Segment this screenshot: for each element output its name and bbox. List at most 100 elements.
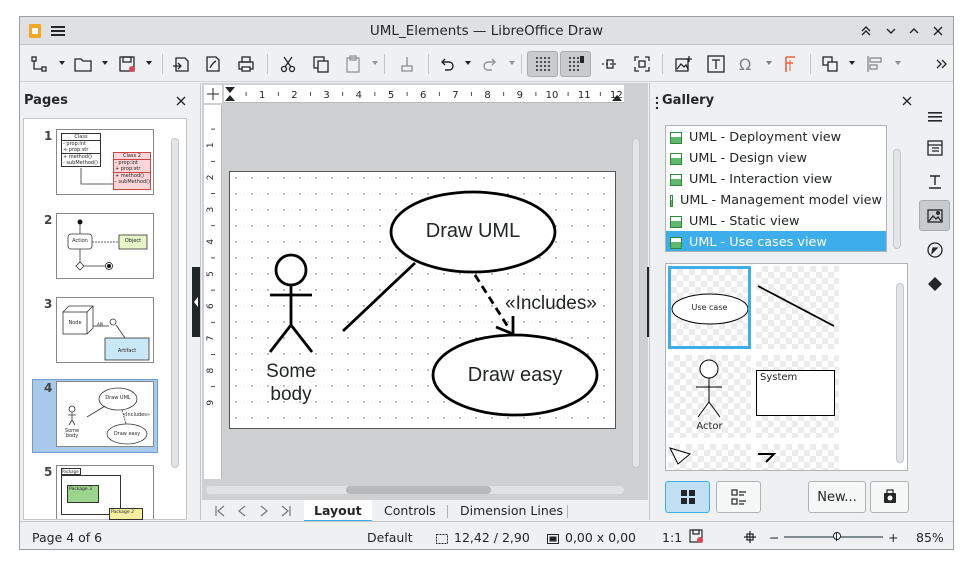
properties-icon[interactable] [921,134,949,162]
preview-line[interactable] [756,266,839,349]
horizontal-scrollbar[interactable] [206,486,624,494]
save-icon[interactable] [114,51,140,77]
vertical-ruler[interactable]: 1 2 3 4 5 6 7 8 9 [204,105,222,479]
zoom-slider-handle[interactable] [833,532,841,540]
page-thumbnail-2[interactable]: Action Object [56,213,154,279]
page-number: 4 [44,381,53,395]
new-theme-button[interactable]: New... [808,481,866,513]
preview-actor[interactable]: Actor [668,355,751,438]
selection-mode-icon[interactable] [743,530,757,547]
styles-icon[interactable] [921,168,949,196]
usecase1-label[interactable]: Draw UML [391,220,555,243]
navigator-icon[interactable] [921,236,949,264]
grip-icon[interactable] [655,95,659,114]
align-objects-icon[interactable] [862,51,888,77]
preview-arrow-open[interactable] [668,444,751,470]
page-layout-name: Default [367,530,413,545]
undo-icon[interactable] [434,51,460,77]
gallery-theme-item[interactable]: UML - Static view [666,210,886,231]
open-icon[interactable] [70,51,96,77]
keep-above-icon[interactable] [858,23,874,39]
fontwork-icon[interactable] [778,51,804,77]
icon-view-button[interactable] [665,481,710,513]
horizontal-scrollbar-thumb[interactable] [346,486,491,494]
helplines-icon[interactable] [597,51,623,77]
gallery-theme-item[interactable]: UML - Interaction view [666,168,886,189]
gallery-theme-item[interactable]: UML - Design view [666,147,886,168]
last-tab-icon[interactable] [280,503,292,522]
snap-to-grid-icon[interactable] [560,51,591,77]
insert-image-icon[interactable] [670,51,696,77]
shapes-icon[interactable] [921,270,949,298]
preview-arrow-filled[interactable] [756,444,839,470]
actor-label[interactable]: Some body [255,360,327,406]
zoom-and-pan-icon[interactable] [629,51,655,77]
scale-readout: 1:1 [662,530,683,545]
vertical-scrollbar[interactable] [632,138,640,468]
gallery-panel: Gallery UML - Deployment view UML - Desi… [649,83,915,520]
page-thumbnail-4[interactable]: Draw UML «Includes» Draw easy Some body [56,381,154,447]
gallery-theme-item[interactable]: UML - Management model view [666,189,886,210]
gallery-theme-item-selected[interactable]: UML - Use cases view [666,231,886,251]
close-pages-panel-icon[interactable] [175,95,187,107]
print-icon[interactable] [233,51,259,77]
ruler-tick-label: 12 [610,90,623,101]
close-gallery-icon[interactable] [901,95,913,107]
maximize-icon[interactable] [906,23,922,39]
preview-scrollbar[interactable] [896,283,904,463]
copy-icon[interactable] [308,51,334,77]
more-options-icon[interactable] [931,51,951,77]
stereotype-label[interactable]: «Includes» [505,293,597,315]
ruler-tick-label: 7 [452,90,458,101]
select-mode-icon[interactable] [26,51,52,77]
redo-icon[interactable] [477,51,503,77]
cut-icon[interactable] [275,51,301,77]
page-thumbnail-5[interactable]: Package Package 3 Package 2 [56,465,154,520]
arrange-icon[interactable] [817,51,843,77]
actor-figure[interactable] [268,253,314,353]
page-indicator[interactable]: Page 4 of 6 [32,530,102,545]
clone-formatting-icon[interactable] [394,51,420,77]
gallery-theme-item[interactable]: UML - Deployment view [666,126,886,147]
display-grid-icon[interactable] [527,51,558,77]
first-tab-icon[interactable] [214,503,226,522]
tab-dimension-lines[interactable]: Dimension Lines [450,500,573,522]
drawing-page[interactable]: Some body Draw UML Draw easy «Includes» [229,171,616,429]
special-character-icon[interactable]: Ω [733,51,759,77]
previous-tab-icon[interactable] [236,503,248,522]
detailed-view-button[interactable] [716,481,761,513]
pages-panel-collapse-handle[interactable] [192,267,200,337]
tab-layout[interactable]: Layout [304,500,372,522]
sidebar-tab-bar [916,83,953,520]
theme-properties-button[interactable] [870,481,909,513]
association-line[interactable] [342,261,416,333]
pages-scrollbar[interactable] [171,138,179,468]
document-modified-icon[interactable] [688,528,704,547]
gallery-icon[interactable] [919,200,950,231]
next-tab-icon[interactable] [258,503,270,522]
preview-use-case[interactable]: Use case [668,266,751,349]
zoom-level[interactable]: 85% [916,530,944,545]
page-thumbnail-3[interactable]: Node API Artifact [56,297,154,363]
zoom-in-button[interactable]: + [888,530,898,545]
theme-list-scrollbar[interactable] [893,149,901,249]
usecase2-label[interactable]: Draw easy [433,364,597,387]
export-pdf-icon[interactable] [200,51,226,77]
status-bar: Page 4 of 6 Default 12,42 / 2,90 0,00 x … [20,521,953,549]
insert-textbox-icon[interactable] [703,51,729,77]
paste-icon[interactable] [340,51,366,77]
tab-controls[interactable]: Controls [374,500,446,522]
page-number: 5 [44,465,53,479]
minimize-icon[interactable] [883,23,899,39]
horizontal-ruler[interactable]: 1 2 3 4 5 6 7 8 9 10 11 12 [224,85,624,103]
ruler-origin[interactable] [204,85,222,103]
ruler-tick-label: 3 [206,207,216,213]
zoom-slider[interactable] [784,532,883,541]
sidebar-menu-icon[interactable] [923,105,947,129]
ruler-tick-label: 10 [546,90,559,101]
page-thumbnail-1[interactable]: Class - prop:int + prop:str + method() -… [56,129,154,195]
preview-system[interactable]: System [756,355,839,438]
export-icon[interactable] [168,51,194,77]
close-icon[interactable] [930,23,946,39]
zoom-out-button[interactable]: − [769,530,779,545]
